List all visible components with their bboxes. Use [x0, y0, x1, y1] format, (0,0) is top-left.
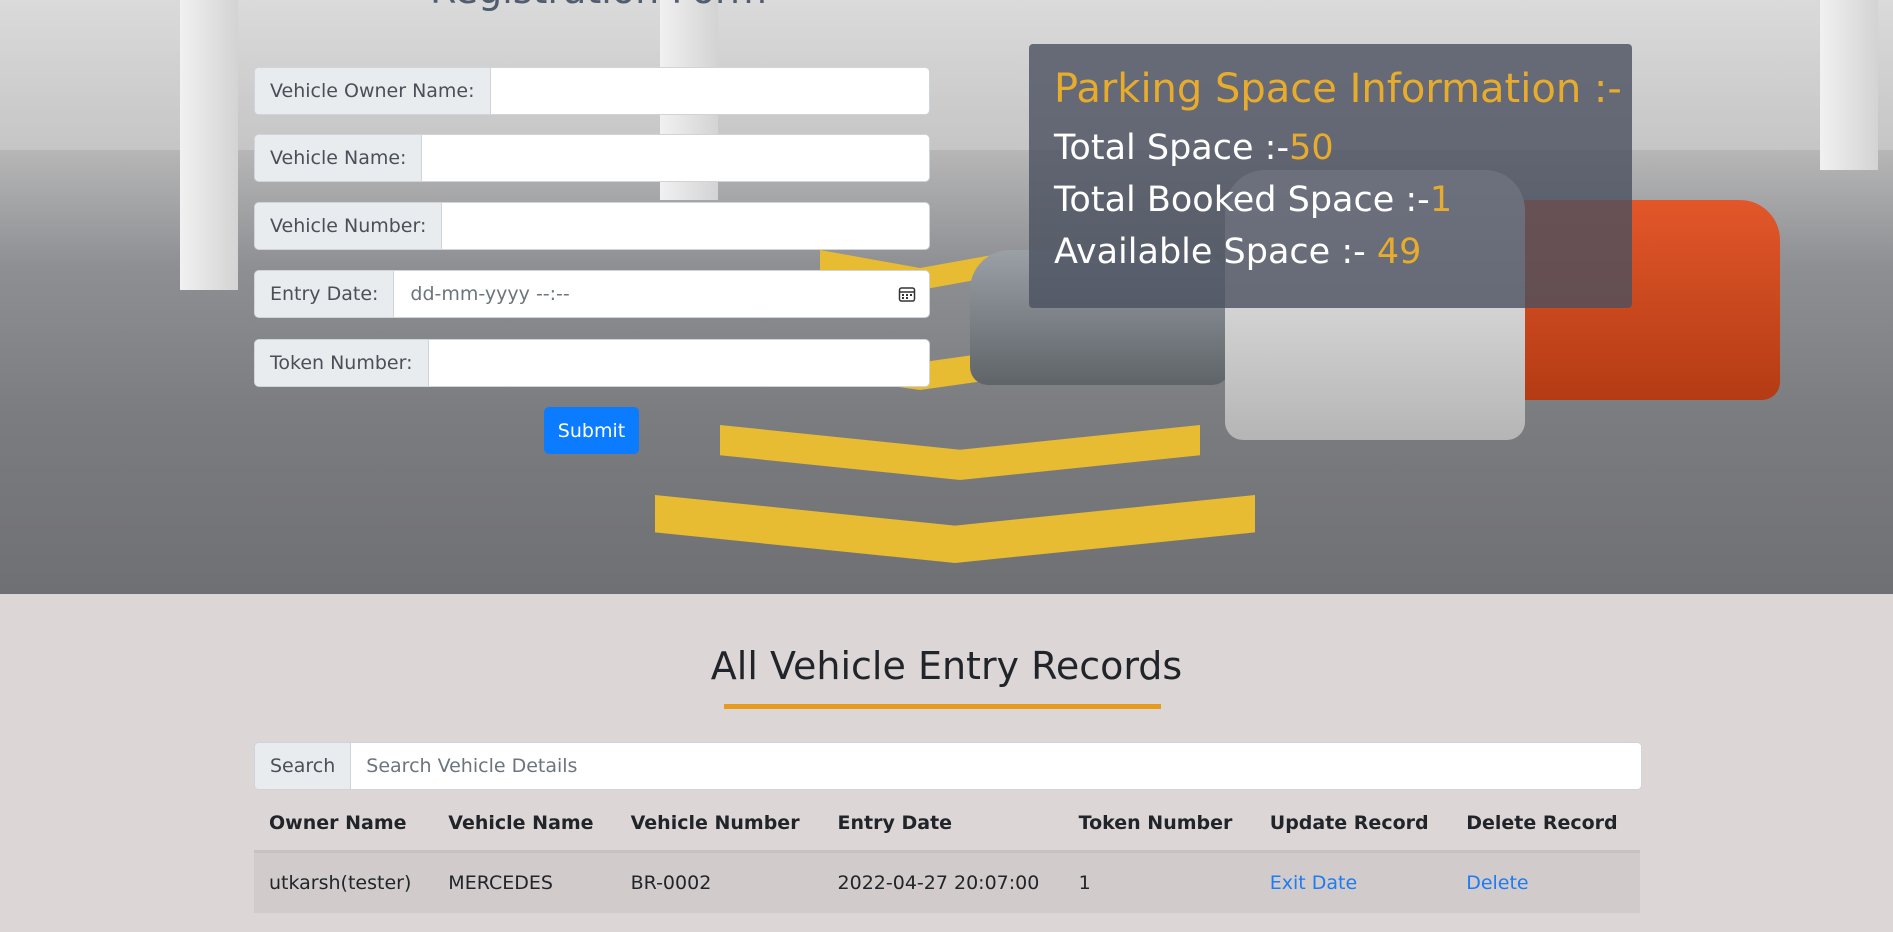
entry-date-input[interactable] — [394, 271, 885, 317]
search-input[interactable] — [351, 743, 1641, 789]
records-title: All Vehicle Entry Records — [710, 644, 1183, 688]
column-header: Entry Date — [822, 796, 1064, 853]
records-table: Owner Name Vehicle Name Vehicle Number E… — [254, 796, 1640, 913]
vehicle-name-input[interactable] — [422, 135, 929, 181]
floor-stripe — [720, 425, 1200, 480]
owner-name-label: Vehicle Owner Name: — [255, 68, 491, 114]
exit-date-link[interactable]: Exit Date — [1270, 872, 1357, 894]
total-space-value: 50 — [1289, 128, 1334, 168]
form-title: Registration Form — [430, 0, 767, 12]
vehicle-number-input[interactable] — [442, 203, 929, 249]
entry-date-cell: 2022-04-27 20:07:00 — [822, 851, 1064, 913]
parking-info-title: Parking Space Information :- — [1054, 66, 1622, 112]
vehicle-number-label: Vehicle Number: — [255, 203, 443, 249]
entry-date-label: Entry Date: — [255, 271, 395, 317]
garage-pillar — [180, 0, 238, 290]
search-bar: Search — [254, 742, 1642, 790]
column-header: Owner Name — [254, 796, 434, 853]
total-space-row: Total Space :-50 — [1054, 128, 1334, 168]
vehicle-name-field: Vehicle Name: — [254, 134, 930, 182]
token-number-label: Token Number: — [255, 340, 429, 386]
token-number-input[interactable] — [428, 340, 929, 386]
booked-space-row: Total Booked Space :-1 — [1054, 180, 1452, 220]
owner-name-field: Vehicle Owner Name: — [254, 67, 930, 115]
entry-date-field: Entry Date: — [254, 270, 930, 318]
delete-link[interactable]: Delete — [1466, 872, 1528, 894]
parking-info-panel: Parking Space Information :- Total Space… — [1029, 44, 1632, 308]
delete-cell: Delete — [1451, 851, 1640, 913]
column-header: Delete Record — [1451, 796, 1640, 853]
calendar-icon[interactable] — [885, 271, 929, 317]
owner-cell: utkarsh(tester) — [254, 851, 434, 913]
vehicle-cell: MERCEDES — [433, 851, 616, 913]
update-cell: Exit Date — [1254, 851, 1452, 913]
submit-button[interactable]: Submit — [544, 407, 639, 454]
title-underline — [724, 704, 1161, 709]
column-header: Token Number — [1063, 796, 1255, 853]
column-header: Vehicle Number — [615, 796, 823, 853]
floor-stripe — [655, 495, 1255, 563]
column-header: Update Record — [1254, 796, 1452, 853]
available-space-row: Available Space :- 49 — [1054, 232, 1421, 272]
vehicle-number-field: Vehicle Number: — [254, 202, 930, 250]
vehicle-name-label: Vehicle Name: — [255, 135, 423, 181]
table-header-row: Owner Name Vehicle Name Vehicle Number E… — [254, 796, 1640, 853]
token-cell: 1 — [1063, 851, 1255, 913]
booked-space-value: 1 — [1429, 180, 1453, 220]
garage-pillar — [1820, 0, 1878, 170]
search-label: Search — [255, 743, 352, 789]
booked-space-label: Total Booked Space :- — [1054, 180, 1430, 220]
available-space-value: 49 — [1376, 232, 1422, 272]
available-space-label: Available Space :- — [1054, 232, 1377, 272]
token-number-field: Token Number: — [254, 339, 930, 387]
total-space-label: Total Space :- — [1054, 128, 1290, 168]
column-header: Vehicle Name — [433, 796, 616, 853]
vehicle-number-cell: BR-0002 — [615, 851, 823, 913]
owner-name-input[interactable] — [490, 68, 929, 114]
table-row: utkarsh(tester) MERCEDES BR-0002 2022-04… — [254, 851, 1640, 913]
